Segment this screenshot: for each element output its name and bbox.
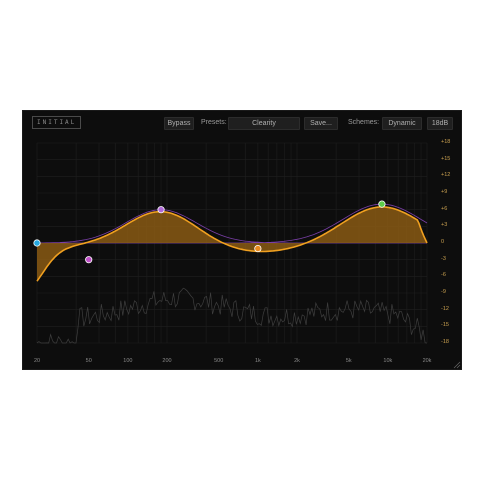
y-axis-label: +3 [441,222,448,229]
x-axis-label: 20 [33,358,41,364]
resize-grip-icon[interactable] [453,361,461,369]
y-axis-label: +9 [441,189,448,195]
x-axis-label: 1k [254,358,261,364]
band-node-peak-2[interactable] [254,244,262,253]
x-axis-label: 2k [294,358,300,364]
eq-plugin-window: INITIAL Bypass Presets: Clearity Save...… [22,110,462,370]
y-axis-label: +6 [441,205,448,212]
x-axis-label: 200 [162,358,172,364]
y-axis-label: +15 [441,155,451,162]
x-axis-label: 10k [383,358,393,364]
eq-graph[interactable] [22,110,462,370]
band-node-high-peak[interactable] [378,200,386,208]
y-axis-label: +18 [441,139,451,145]
spectrum-analyzer-trace [36,287,428,344]
x-axis-label: 20k [422,358,432,364]
y-axis-label: -3 [441,255,446,262]
y-axis-label: -9 [441,289,446,295]
x-axis-label: 50 [85,358,92,364]
x-axis-label: 5k [345,358,352,364]
y-axis-label: -15 [441,322,449,329]
y-axis-label: -12 [441,305,449,312]
y-axis-label: -18 [441,339,449,345]
y-axis-label: 0 [441,239,445,245]
y-axis-label: +12 [441,172,451,179]
band-node-peak-1[interactable] [157,206,165,214]
x-axis-label: 500 [214,358,224,364]
band-node-low-cut-ish[interactable] [85,256,93,264]
y-axis-label: -6 [441,272,446,279]
x-axis-label: 100 [123,358,133,364]
band-node-low-shelf[interactable] [33,239,41,247]
eq-curve-fill [37,206,427,282]
